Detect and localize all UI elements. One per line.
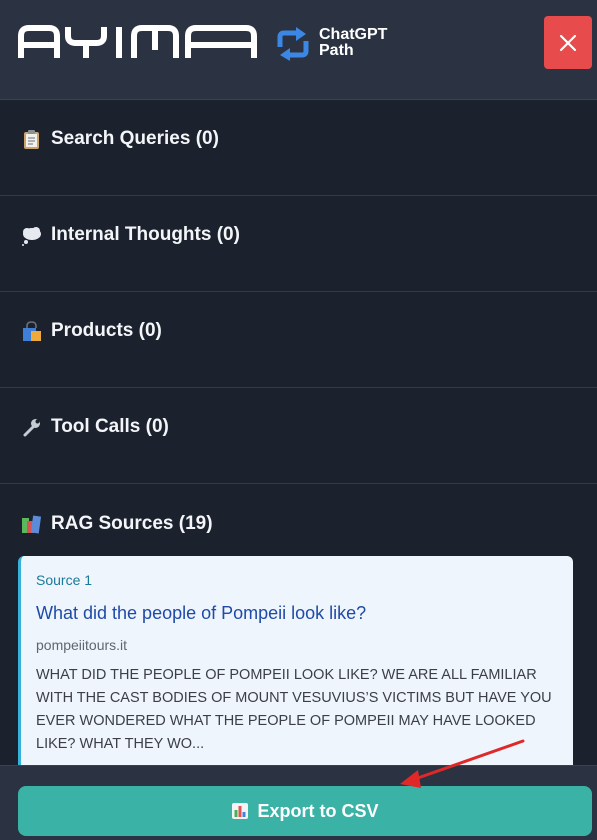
clipboard-icon <box>24 129 39 149</box>
section-header-rag-sources[interactable]: RAG Sources (19) <box>21 513 213 535</box>
source-card: Source 1 What did the people of Pompeii … <box>18 556 573 786</box>
brand-line-2: Path <box>319 42 354 59</box>
section-title: Search Queries (0) <box>51 128 219 149</box>
section-internal-thoughts: Internal Thoughts (0) <box>0 196 597 292</box>
source-domain: pompeiitours.it <box>36 637 128 653</box>
footer-bar: Export to CSV <box>0 765 597 840</box>
section-title: RAG Sources (19) <box>51 513 213 534</box>
source-title-link[interactable]: What did the people of Pompeii look like… <box>36 603 557 624</box>
section-title: Internal Thoughts (0) <box>51 224 240 245</box>
section-header-tool-calls[interactable]: Tool Calls (0) <box>21 416 169 438</box>
bar-chart-icon <box>232 803 249 819</box>
export-csv-button[interactable]: Export to CSV <box>18 786 592 836</box>
close-button[interactable] <box>544 16 592 69</box>
thought-bubble-icon <box>22 226 41 246</box>
source-label: Source 1 <box>36 572 93 588</box>
section-header-products[interactable]: Products (0) <box>21 320 162 342</box>
section-search-queries: Search Queries (0) <box>0 100 597 196</box>
section-header-internal-thoughts[interactable]: Internal Thoughts (0) <box>21 224 240 246</box>
section-products: Products (0) <box>0 292 597 388</box>
close-icon <box>559 34 577 51</box>
books-icon <box>22 515 42 533</box>
section-header-search-queries[interactable]: Search Queries (0) <box>21 128 219 150</box>
section-tool-calls: Tool Calls (0) <box>0 388 597 484</box>
source-snippet: WHAT DID THE PEOPLE OF POMPEII LOOK LIKE… <box>36 667 552 752</box>
section-title: Products (0) <box>51 320 162 341</box>
export-label: Export to CSV <box>257 800 379 821</box>
brand-label: ChatGPT Path <box>319 27 387 59</box>
brand-line-1: ChatGPT <box>319 26 388 43</box>
wrench-icon <box>23 418 40 436</box>
ayima-logo <box>18 25 257 58</box>
shopping-bag-icon <box>23 320 41 341</box>
app-header: ChatGPT Path <box>0 0 597 100</box>
chatgpt-path-icon <box>277 27 309 61</box>
section-title: Tool Calls (0) <box>51 416 169 437</box>
